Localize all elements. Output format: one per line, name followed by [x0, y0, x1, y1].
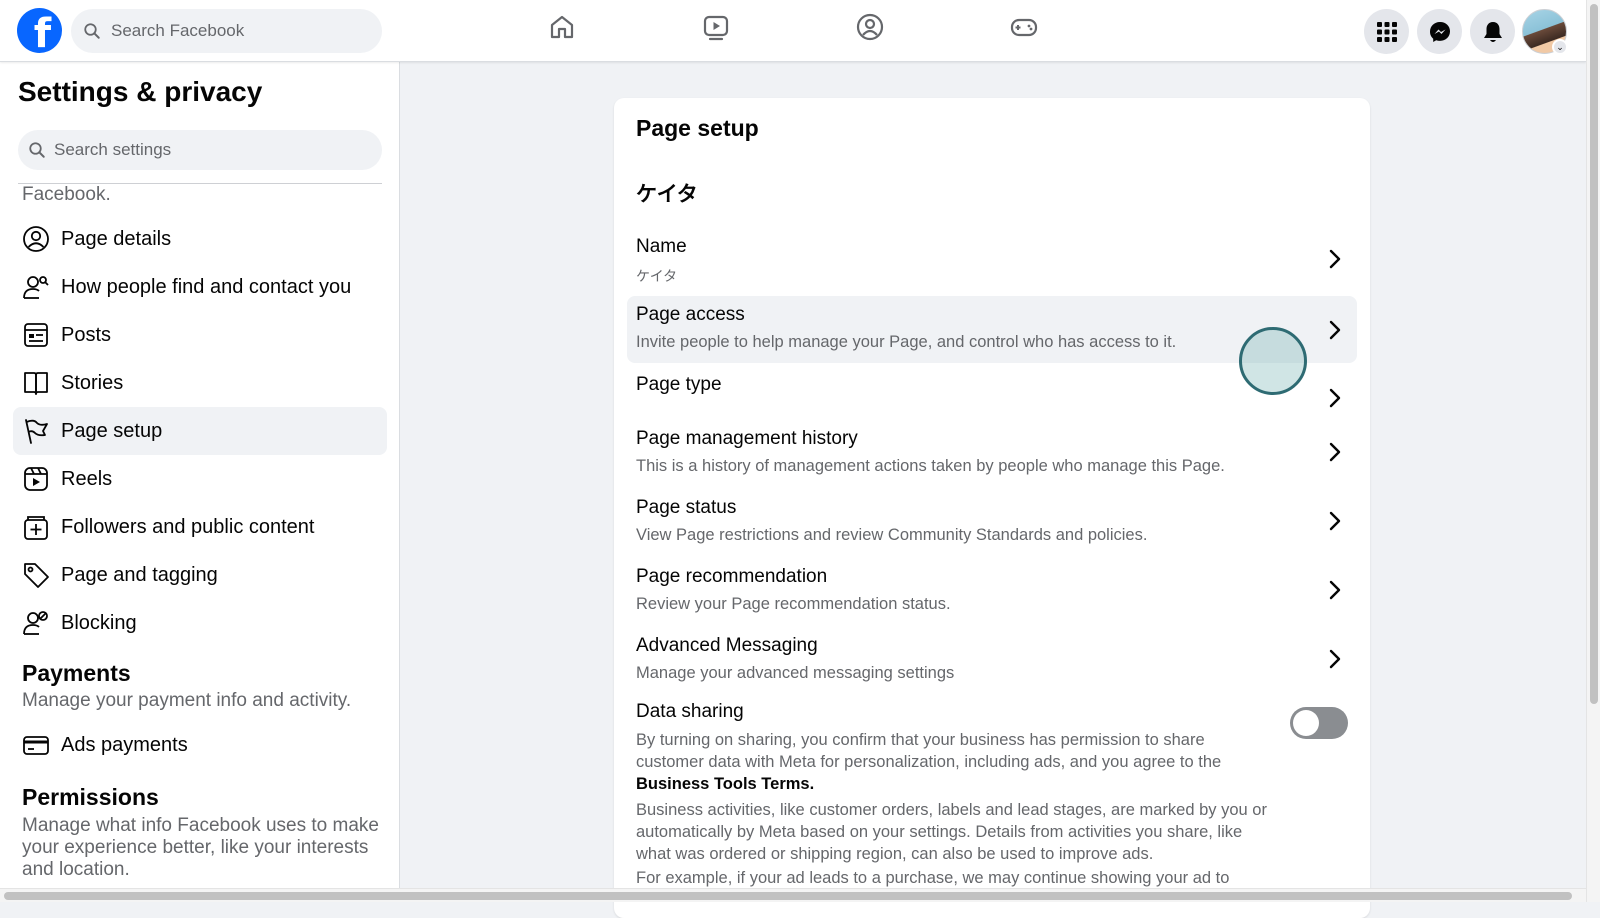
payments-description: Manage your payment info and activity.	[22, 690, 352, 711]
chevron-right-icon	[1329, 649, 1341, 669]
sidebar-item-ads-payments[interactable]: Ads payments	[13, 721, 387, 769]
row-description: Invite people to help manage your Page, …	[636, 333, 1177, 351]
flag-icon	[21, 416, 51, 446]
setting-row-management-history[interactable]: Page management history This is a histor…	[627, 420, 1357, 484]
sidebar-item-label: Followers and public content	[61, 515, 315, 538]
setting-row-page-status[interactable]: Page status View Page restrictions and r…	[627, 489, 1357, 553]
reels-icon	[21, 464, 51, 494]
payments-heading: Payments	[22, 660, 131, 686]
row-title: Page management history	[636, 428, 858, 449]
chevron-down-icon[interactable]: ⌄	[1552, 39, 1568, 55]
sidebar-item-label: Page details	[61, 227, 172, 250]
sidebar-item-page-setup[interactable]: Page setup	[13, 407, 387, 455]
chevron-right-icon	[1329, 249, 1341, 269]
sidebar-item-posts[interactable]: Posts	[13, 311, 387, 359]
row-title: Page access	[636, 304, 745, 325]
book-icon	[21, 368, 51, 398]
profile-avatar[interactable]: ⌄	[1522, 9, 1568, 55]
sidebar-item-page-details[interactable]: Page details	[13, 215, 387, 263]
business-tools-terms-link[interactable]: Business Tools Terms.	[636, 773, 1276, 795]
scrollbar-thumb[interactable]	[1590, 4, 1598, 704]
sidebar-item-find-contact[interactable]: How people find and contact you	[13, 263, 387, 311]
toggle-knob	[1293, 710, 1319, 736]
sidebar-item-blocking[interactable]: Blocking	[13, 599, 387, 647]
credit-card-icon	[21, 730, 51, 760]
search-icon	[29, 142, 45, 158]
groups-icon[interactable]	[855, 12, 885, 47]
row-title: Page recommendation	[636, 566, 828, 587]
settings-sidebar: Settings & privacy Search settings Faceb…	[0, 62, 400, 902]
sidebar-item-label: Blocking	[61, 611, 137, 634]
chevron-right-icon	[1329, 580, 1341, 600]
click-indicator	[1239, 327, 1307, 395]
scrollbar-thumb[interactable]	[4, 892, 1572, 900]
notifications-icon[interactable]	[1470, 9, 1515, 54]
sidebar-item-label: How people find and contact you	[61, 275, 352, 298]
row-title: Page status	[636, 497, 737, 518]
sidebar-item-label: Page setup	[61, 419, 163, 442]
facebook-search-input[interactable]: Search Facebook	[71, 9, 382, 53]
vertical-scrollbar[interactable]	[1586, 0, 1600, 902]
settings-search-input[interactable]: Search settings	[18, 130, 382, 170]
video-icon[interactable]	[701, 12, 731, 47]
row-description: This is a history of management actions …	[636, 457, 1225, 475]
tag-icon	[21, 560, 51, 590]
permissions-heading: Permissions	[22, 784, 159, 810]
facebook-search-placeholder: Search Facebook	[111, 21, 245, 40]
row-title: Advanced Messaging	[636, 635, 818, 656]
person-circle-icon	[21, 224, 51, 254]
page-setup-card: Page setup ケイタ Name ケイタ Page access Invi…	[614, 98, 1370, 918]
followers-icon	[21, 512, 51, 542]
data-sharing-example: For example, if your ad leads to a purch…	[636, 869, 1230, 887]
setting-row-advanced-messaging[interactable]: Advanced Messaging Manage your advanced …	[627, 627, 1357, 691]
sidebar-item-label: Page and tagging	[61, 563, 218, 586]
messenger-icon[interactable]	[1417, 9, 1462, 54]
row-description: Manage your advanced messaging settings	[636, 664, 955, 682]
person-search-icon	[21, 272, 51, 302]
horizontal-scrollbar[interactable]	[0, 888, 1586, 902]
top-navigation-bar: f Search Facebook ⌄	[0, 0, 1586, 62]
chevron-right-icon	[1329, 511, 1341, 531]
block-user-icon	[21, 608, 51, 638]
posts-icon	[21, 320, 51, 350]
search-icon	[84, 23, 100, 39]
data-sharing-description: By turning on sharing, you confirm that …	[636, 729, 1276, 795]
permissions-description: Manage what info Facebook uses to make y…	[22, 815, 379, 880]
menu-grid-icon[interactable]	[1364, 9, 1409, 54]
data-sharing-text: By turning on sharing, you confirm that …	[636, 731, 1222, 771]
settings-search-placeholder: Search settings	[54, 140, 172, 159]
chevron-right-icon	[1329, 389, 1341, 408]
setting-row-page-recommendation[interactable]: Page recommendation Review your Page rec…	[627, 558, 1357, 622]
sidebar-item-stories[interactable]: Stories	[13, 359, 387, 407]
home-icon[interactable]	[547, 12, 577, 47]
truncated-text: Facebook.	[22, 184, 111, 205]
row-description: Review your Page recommendation status.	[636, 595, 951, 613]
chevron-right-icon	[1329, 442, 1341, 462]
sidebar-item-label: Reels	[61, 467, 113, 490]
gaming-icon[interactable]	[1009, 12, 1039, 47]
data-sharing-toggle[interactable]	[1290, 707, 1348, 739]
setting-row-name[interactable]: Name ケイタ	[627, 228, 1357, 290]
data-sharing-details: Business activities, like customer order…	[636, 801, 1267, 863]
chevron-right-icon	[1329, 320, 1341, 339]
sidebar-title: Settings & privacy	[18, 76, 263, 107]
sidebar-item-label: Ads payments	[61, 733, 188, 756]
row-description: View Page restrictions and review Commun…	[636, 526, 1148, 544]
page-title: Page setup	[636, 115, 759, 141]
sidebar-item-label: Posts	[61, 323, 112, 346]
sidebar-item-followers[interactable]: Followers and public content	[13, 503, 387, 551]
facebook-logo[interactable]: f	[17, 8, 62, 53]
sidebar-item-tagging[interactable]: Page and tagging	[13, 551, 387, 599]
row-description: ケイタ	[636, 269, 678, 285]
page-name-heading: ケイタ	[636, 182, 698, 206]
data-sharing-title: Data sharing	[636, 701, 744, 722]
row-title: Page type	[636, 374, 722, 395]
sidebar-item-label: Stories	[61, 371, 124, 394]
row-title: Name	[636, 236, 687, 257]
sidebar-item-reels[interactable]: Reels	[13, 455, 387, 503]
